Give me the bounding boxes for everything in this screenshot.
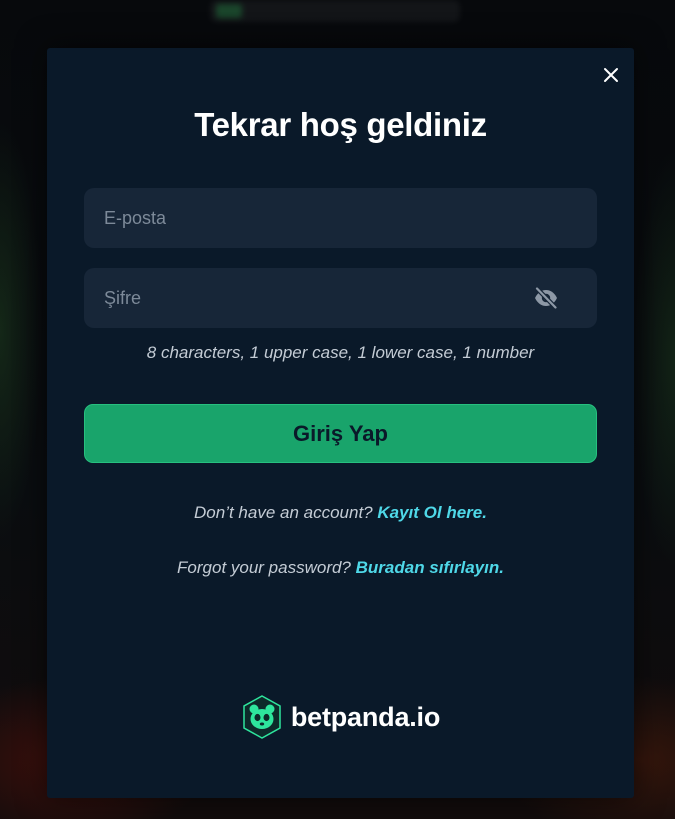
- modal-title: Tekrar hoş geldiniz: [194, 106, 487, 143]
- signup-prompt-text: Don’t have an account?: [194, 503, 378, 522]
- password-field-wrapper: [84, 268, 597, 328]
- close-icon: [604, 68, 618, 82]
- brand-logo: betpanda.io: [47, 694, 634, 740]
- forgot-password-prompt: Forgot your password? Buradan sıfırlayın…: [47, 558, 634, 578]
- signup-prompt: Don’t have an account? Kayıt Ol here.: [47, 503, 634, 523]
- background-topbar: [210, 0, 460, 22]
- password-visibility-toggle[interactable]: [533, 286, 559, 310]
- reset-password-link[interactable]: Buradan sıfırlayın.: [356, 558, 504, 577]
- close-button[interactable]: [598, 62, 624, 88]
- eye-off-icon: [534, 287, 558, 309]
- password-input[interactable]: [84, 268, 597, 328]
- email-field-wrapper: [84, 188, 597, 248]
- signup-link[interactable]: Kayıt Ol here.: [377, 503, 487, 522]
- password-hint: 8 characters, 1 upper case, 1 lower case…: [146, 343, 535, 362]
- email-input[interactable]: [84, 188, 597, 248]
- forgot-password-text: Forgot your password?: [177, 558, 356, 577]
- panda-logo-icon: [243, 695, 281, 739]
- brand-name: betpanda.io: [290, 701, 441, 732]
- login-button[interactable]: Giriş Yap: [84, 404, 597, 463]
- login-modal: Tekrar hoş geldiniz 8 characters, 1 uppe…: [47, 48, 634, 798]
